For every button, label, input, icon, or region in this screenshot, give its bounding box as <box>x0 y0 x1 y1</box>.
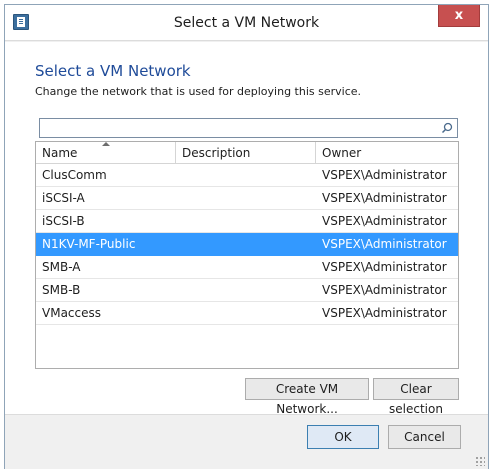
column-header-description[interactable]: Description <box>176 142 316 164</box>
table-row[interactable]: iSCSI-A VSPEX\Administrator <box>36 187 458 210</box>
cell-owner: VSPEX\Administrator <box>322 214 447 228</box>
cell-owner: VSPEX\Administrator <box>322 260 447 274</box>
table-row[interactable]: iSCSI-B VSPEX\Administrator <box>36 210 458 233</box>
title-bar[interactable]: Select a VM Network x <box>5 5 488 41</box>
cancel-button[interactable]: Cancel <box>388 425 461 449</box>
window-title: Select a VM Network <box>173 15 320 31</box>
dialog-content: Select a VM Network Change the network t… <box>5 42 488 416</box>
sort-ascending-icon <box>102 142 110 146</box>
page-title: Select a VM Network <box>35 62 191 80</box>
grid-header: Name Description Owner <box>36 142 458 164</box>
search-input[interactable] <box>39 118 458 138</box>
search-icon[interactable] <box>441 122 453 134</box>
cell-description <box>176 256 316 279</box>
cell-name: SMB-A <box>42 260 81 274</box>
cell-description <box>176 164 316 187</box>
cell-owner: VSPEX\Administrator <box>322 191 447 205</box>
cell-name: ClusComm <box>42 168 107 182</box>
table-row[interactable]: N1KV-MF-Public VSPEX\Administrator <box>36 233 458 256</box>
cell-description <box>176 210 316 233</box>
table-row[interactable]: SMB-A VSPEX\Administrator <box>36 256 458 279</box>
network-list: Name Description Owner ClusComm VSPEX\Adm… <box>35 141 459 369</box>
cell-description <box>176 279 316 302</box>
cell-owner: VSPEX\Administrator <box>322 283 447 297</box>
ok-button[interactable]: OK <box>307 425 379 449</box>
dialog-window: Select a VM Network x Select a VM Networ… <box>4 4 489 469</box>
clear-selection-button[interactable]: Clear selection <box>373 378 459 416</box>
resize-grip-icon[interactable] <box>475 456 485 466</box>
create-vm-network-button[interactable]: Create VM Network... <box>245 378 369 416</box>
cell-description <box>176 187 316 210</box>
page-description: Change the network that is used for depl… <box>35 85 362 98</box>
table-row[interactable]: VMaccess VSPEX\Administrator <box>36 302 458 325</box>
cell-owner: VSPEX\Administrator <box>322 237 447 251</box>
cell-name: iSCSI-B <box>42 214 85 228</box>
cell-owner: VSPEX\Administrator <box>322 306 447 320</box>
dialog-footer: OK Cancel <box>5 414 488 469</box>
cell-name: N1KV-MF-Public <box>42 237 136 251</box>
table-row[interactable]: ClusComm VSPEX\Administrator <box>36 164 458 187</box>
cell-name: iSCSI-A <box>42 191 85 205</box>
close-button[interactable]: x <box>438 5 480 27</box>
cell-description <box>176 302 316 325</box>
cell-name: SMB-B <box>42 283 81 297</box>
cell-description <box>176 233 316 256</box>
cell-owner: VSPEX\Administrator <box>322 168 447 182</box>
cell-name: VMaccess <box>42 306 101 320</box>
table-row[interactable]: SMB-B VSPEX\Administrator <box>36 279 458 302</box>
column-header-owner[interactable]: Owner <box>316 142 458 164</box>
